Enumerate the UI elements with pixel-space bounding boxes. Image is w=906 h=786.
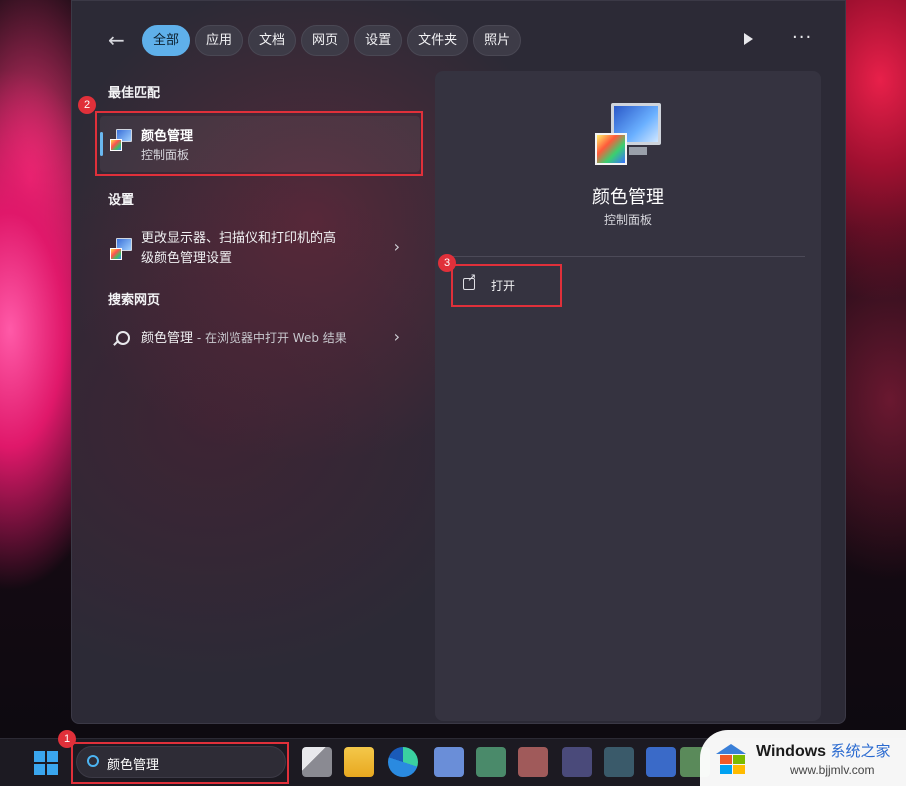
filter-documents[interactable]: 文档 — [248, 25, 297, 56]
callout-badge-2: 2 — [78, 96, 96, 114]
best-match-title: 颜色管理 — [141, 129, 194, 144]
taskbar-app-icon[interactable] — [476, 747, 506, 777]
filter-apps[interactable]: 应用 — [195, 25, 244, 56]
preview-title: 颜色管理 — [592, 187, 664, 208]
settings-result-label: 更改显示器、扫描仪和打印机的高 级颜色管理设置 — [141, 231, 337, 266]
best-match-subtitle: 控制面板 — [141, 148, 190, 162]
callout-badge-1: 1 — [58, 730, 76, 748]
taskbar-app-icon[interactable] — [518, 747, 548, 777]
section-settings: 设置 — [108, 193, 135, 208]
filter-bar: ← 全部 应用 文档 网页 设置 文件夹 照片 ··· — [72, 25, 845, 57]
task-view-icon[interactable] — [302, 747, 332, 777]
taskbar-search-value: 颜色管理 — [107, 758, 160, 773]
selection-indicator — [100, 132, 103, 156]
section-best-match: 最佳匹配 — [108, 86, 161, 101]
open-external-icon — [463, 271, 476, 290]
filter-photos[interactable]: 照片 — [473, 25, 522, 56]
windows-house-logo-icon — [714, 744, 748, 774]
color-management-icon — [110, 238, 132, 260]
taskbar-search-box[interactable]: 颜色管理 — [76, 746, 286, 778]
watermark: Windows 系统之家 www.bjjmlv.com — [700, 730, 906, 786]
open-button-label: 打开 — [491, 279, 516, 293]
search-icon — [116, 331, 130, 345]
callout-badge-3: 3 — [438, 254, 456, 272]
divider — [452, 256, 805, 257]
back-arrow-icon[interactable]: ← — [108, 29, 130, 51]
chevron-right-icon: › — [393, 237, 400, 256]
taskbar-app-icon[interactable] — [646, 747, 676, 777]
color-management-large-icon — [595, 103, 661, 165]
more-options-icon[interactable]: ··· — [792, 27, 812, 48]
filter-web[interactable]: 网页 — [301, 25, 350, 56]
preview-pane: 颜色管理 控制面板 打开 — [435, 71, 821, 721]
color-management-icon — [110, 129, 132, 151]
file-explorer-icon[interactable] — [344, 747, 374, 777]
chevron-right-icon: › — [393, 327, 400, 346]
search-panel: ← 全部 应用 文档 网页 设置 文件夹 照片 ··· 最佳匹配 颜色管理 控制… — [71, 0, 846, 724]
taskbar-app-icon[interactable] — [562, 747, 592, 777]
preview-subtitle: 控制面板 — [603, 213, 652, 227]
settings-result-item[interactable]: 更改显示器、扫描仪和打印机的高 级颜色管理设置 › — [100, 227, 420, 271]
section-web: 搜索网页 — [108, 293, 161, 308]
watermark-url: www.bjjmlv.com — [790, 763, 875, 777]
filter-folders[interactable]: 文件夹 — [407, 25, 469, 56]
taskbar-app-icon[interactable] — [604, 747, 634, 777]
start-windows-icon[interactable] — [34, 751, 58, 775]
web-result-label: 颜色管理 - 在浏览器中打开 Web 结果 — [141, 331, 347, 346]
best-match-item[interactable]: 颜色管理 控制面板 — [100, 116, 420, 172]
web-result-item[interactable]: 颜色管理 - 在浏览器中打开 Web 结果 › — [100, 327, 420, 351]
play-icon[interactable] — [744, 33, 753, 45]
filter-settings[interactable]: 设置 — [354, 25, 403, 56]
edge-browser-icon[interactable] — [388, 747, 418, 777]
watermark-brand: Windows 系统之家 — [756, 743, 891, 760]
filter-all[interactable]: 全部 — [142, 25, 191, 56]
search-icon — [87, 755, 99, 767]
open-button[interactable]: 打开 — [457, 271, 553, 301]
taskbar-app-icon[interactable] — [434, 747, 464, 777]
filter-chips: 全部 应用 文档 网页 设置 文件夹 照片 — [142, 25, 522, 56]
